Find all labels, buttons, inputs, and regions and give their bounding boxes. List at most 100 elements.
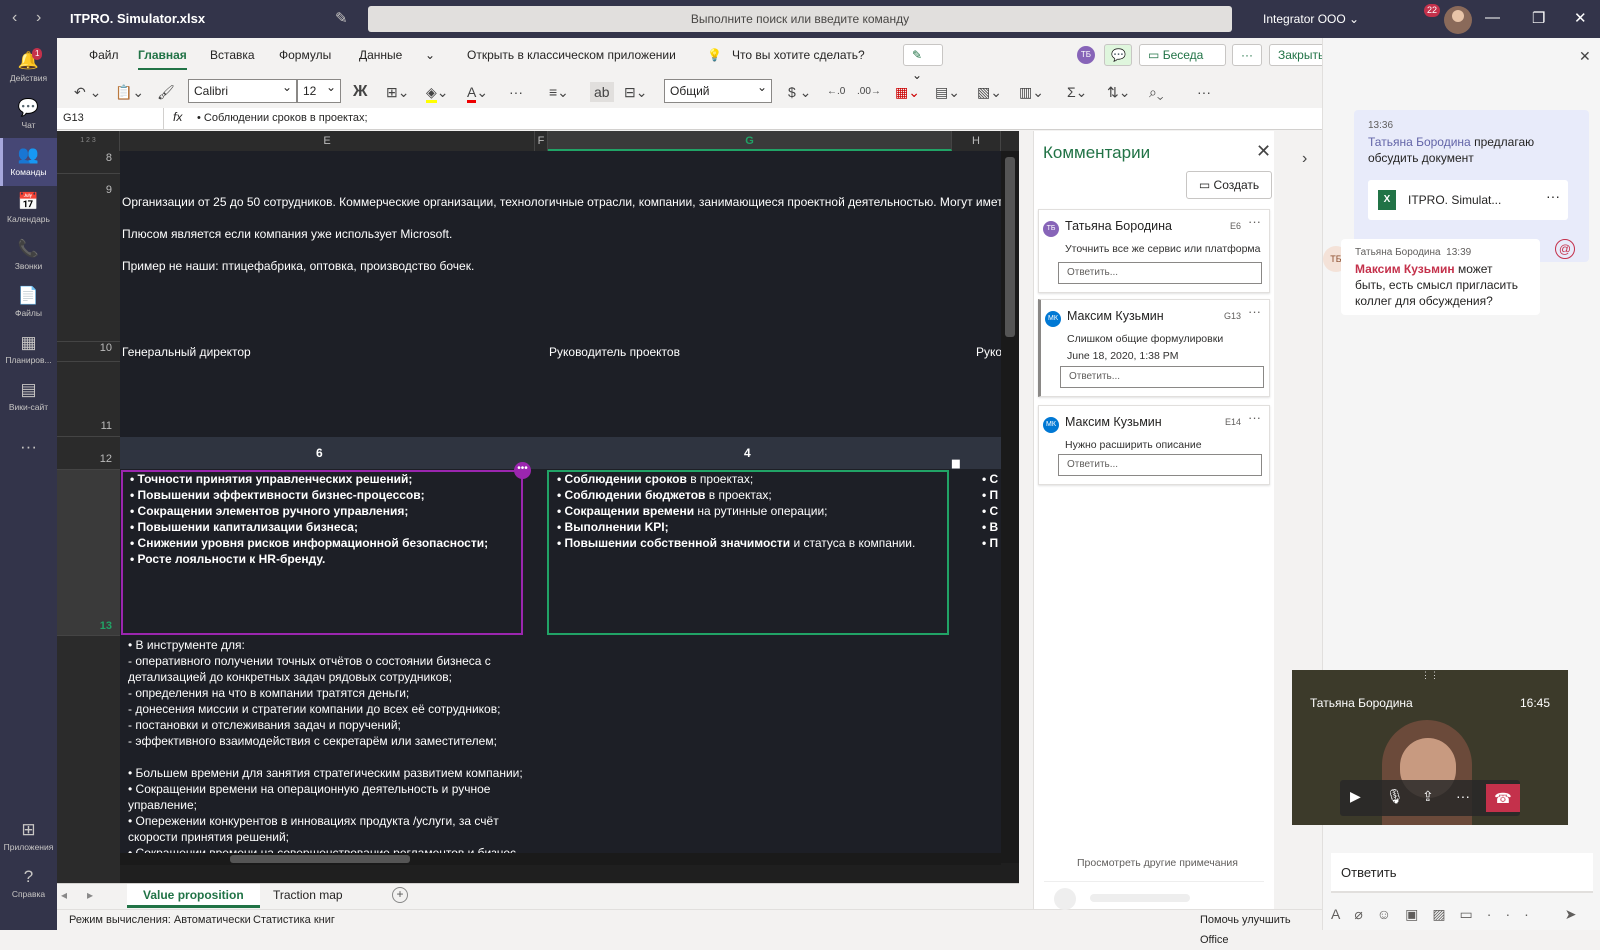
create-comment-button[interactable]: ▭ Создать <box>1186 171 1272 199</box>
comments-icon[interactable]: 💬 <box>1104 44 1132 66</box>
video-call-window[interactable]: ⋮⋮ Татьяна Бородина 16:45 ▶ 🎙 ⇪ ··· ☎ <box>1292 670 1568 825</box>
row-header-12[interactable]: 12 <box>57 437 120 470</box>
rail-item[interactable]: 👥 Команды <box>0 138 57 186</box>
cell-g13[interactable]: • Соблюдении сроков в проектах; • Соблюде… <box>557 471 915 551</box>
fill-color-icon[interactable]: ◈⌄ <box>426 82 449 103</box>
column-header-f[interactable]: F <box>535 131 548 151</box>
rail-item[interactable]: ⊞ Приложения <box>0 813 57 861</box>
coauthor-more-icon[interactable]: ••• <box>514 462 531 479</box>
close-comments-icon[interactable]: ✕ <box>1256 141 1271 162</box>
format-painter-icon[interactable]: 🖌 <box>157 82 175 102</box>
tell-me-input[interactable]: Что вы хотите сделать? <box>732 48 865 62</box>
format-icon[interactable]: A <box>1331 906 1354 922</box>
attach-icon[interactable]: ⌀ <box>1354 906 1376 922</box>
share-screen-icon[interactable]: ⇪ <box>1422 788 1434 805</box>
back-icon[interactable]: ‹ <box>12 9 17 27</box>
workbook-stats[interactable]: Статистика книг <box>253 910 335 930</box>
more-tabs-chevron-icon[interactable]: ⌄ <box>425 48 435 62</box>
row-header-9[interactable]: 9 <box>57 174 120 342</box>
borders-icon[interactable]: ⊞⌄ <box>386 82 409 102</box>
comment-indicator-icon[interactable]: ▆ <box>952 458 960 469</box>
comment-more-icon[interactable]: ··· <box>1248 304 1261 319</box>
sticker-icon[interactable]: ▨ <box>1432 906 1459 922</box>
formula-input[interactable]: • Соблюдении сроков в проектах; <box>197 108 368 129</box>
find-icon[interactable]: ⌕⌄ <box>1149 82 1163 102</box>
cell-h10[interactable]: Руко <box>976 344 1001 360</box>
compose-icon[interactable]: ✎ <box>335 9 348 27</box>
more-tools-icon[interactable]: ··· <box>1197 82 1211 102</box>
rail-item[interactable]: 📄 Файлы <box>0 279 57 327</box>
increase-decimal-icon[interactable]: .00→ <box>857 82 881 102</box>
cell-h13[interactable]: • С • П • С • В • П <box>982 471 998 551</box>
vertical-scrollbar[interactable] <box>1001 151 1019 863</box>
horizontal-scrollbar[interactable] <box>120 853 1001 865</box>
drag-handle[interactable]: ⋮⋮ <box>1292 670 1568 684</box>
row-header-8[interactable]: 8 <box>57 151 120 174</box>
tab-file[interactable]: Файл <box>89 48 119 62</box>
user-avatar[interactable] <box>1444 6 1472 34</box>
rail-item[interactable]: 🔔 Действия 1 <box>0 44 57 92</box>
fx-icon[interactable]: fx <box>173 110 182 124</box>
file-more-icon[interactable]: ··· <box>1546 188 1560 204</box>
cell-styles-icon[interactable]: ▧⌄ <box>977 82 1002 102</box>
column-header-g[interactable]: G <box>548 131 952 151</box>
more-comments-link[interactable]: Просмотреть другие примечания <box>1077 857 1238 869</box>
calc-mode[interactable]: Режим вычисления: Автоматически <box>69 910 251 930</box>
decrease-decimal-icon[interactable]: ←.0 <box>827 82 845 102</box>
mention[interactable]: Максим Кузьмин <box>1355 262 1455 276</box>
maximize-icon[interactable]: ❐ <box>1532 9 1545 27</box>
paste-icon[interactable]: 📋⌄ <box>115 82 144 102</box>
more-apps-icon[interactable]: ··· <box>0 430 57 478</box>
comment-card[interactable]: МК Максим Кузьмин G13 ··· Слишком общие форм… <box>1038 299 1270 397</box>
currency-icon[interactable]: $ ⌄ <box>788 82 811 102</box>
column-header-h[interactable]: H <box>952 131 1001 151</box>
mic-icon[interactable]: 🎙 <box>1386 788 1404 805</box>
comment-reply-input[interactable]: Ответить... <box>1060 366 1264 388</box>
more-call-icon[interactable]: ··· <box>1456 788 1470 804</box>
coauthor-avatar[interactable]: ТБ <box>1077 46 1095 64</box>
font-color-icon[interactable]: A⌄ <box>467 82 488 103</box>
format-table-icon[interactable]: ▤⌄ <box>935 82 960 102</box>
close-chat-icon[interactable]: ✕ <box>1579 48 1591 65</box>
gif-icon[interactable]: ▣ <box>1405 906 1432 922</box>
reply-input[interactable]: Ответить <box>1331 853 1593 893</box>
cell-g10[interactable]: Руководитель проектов <box>549 344 680 360</box>
cell-e9-line3[interactable]: Пример не наши: птицефабрика, оптовка, п… <box>122 258 474 274</box>
send-icon[interactable]: ➤ <box>1565 906 1591 922</box>
sort-filter-icon[interactable]: ⇅⌄ <box>1107 82 1130 102</box>
meet-icon[interactable]: ▭ <box>1460 906 1487 922</box>
insert-cells-icon[interactable]: ▥⌄ <box>1019 82 1044 102</box>
tab-data[interactable]: Данные <box>359 48 402 62</box>
sheet-tab-value-proposition[interactable]: Value proposition <box>127 884 260 908</box>
comment-more-icon[interactable]: ··· <box>1248 214 1261 229</box>
horizontal-scroll-thumb[interactable] <box>230 855 410 863</box>
merge-icon[interactable]: ⊟⌄ <box>624 82 647 102</box>
bold-icon[interactable]: Ж <box>353 82 367 102</box>
emoji-icon[interactable]: ☺ <box>1377 906 1405 922</box>
cell-g12[interactable]: 4 <box>744 445 751 461</box>
font-size-select[interactable]: 12 <box>297 76 341 103</box>
name-box[interactable]: G13 <box>60 108 164 129</box>
chat-button[interactable]: ▭ Беседа <box>1139 44 1226 66</box>
minimize-icon[interactable]: — <box>1485 9 1500 26</box>
rail-item[interactable]: ? Справка <box>0 860 57 908</box>
cell-grid[interactable]: Организации от 25 до 50 сотрудников. Ком… <box>120 151 1001 853</box>
comment-cell-ref[interactable]: E14 <box>1225 417 1241 427</box>
tab-home[interactable]: Главная <box>138 48 187 70</box>
cell-e10[interactable]: Генеральный директор <box>122 344 251 360</box>
camera-off-icon[interactable]: ▶ <box>1350 788 1361 805</box>
outline-levels[interactable]: 1 2 3 <box>57 131 120 151</box>
cell-e9-line2[interactable]: Плюсом является если компания уже исполь… <box>122 226 452 242</box>
comment-cell-ref[interactable]: E6 <box>1230 221 1241 231</box>
forward-icon[interactable]: › <box>36 9 41 27</box>
more-options-icon[interactable]: ··· <box>1232 44 1262 66</box>
undo-icon[interactable]: ↶ ⌄ <box>74 82 101 102</box>
collapse-pane-icon[interactable]: › <box>1302 150 1307 168</box>
cell-e14[interactable]: • В инструменте для: - оперативного получ… <box>128 637 523 853</box>
more-compose-icon[interactable]: ··· <box>1487 906 1543 922</box>
cell-e12[interactable]: 6 <box>316 445 323 461</box>
wrap-text-icon[interactable]: ab <box>590 82 614 102</box>
sheet-tab-traction-map[interactable]: Traction map <box>257 884 359 908</box>
column-header-e[interactable]: E <box>120 131 535 151</box>
tab-formulas[interactable]: Формулы <box>279 48 331 62</box>
